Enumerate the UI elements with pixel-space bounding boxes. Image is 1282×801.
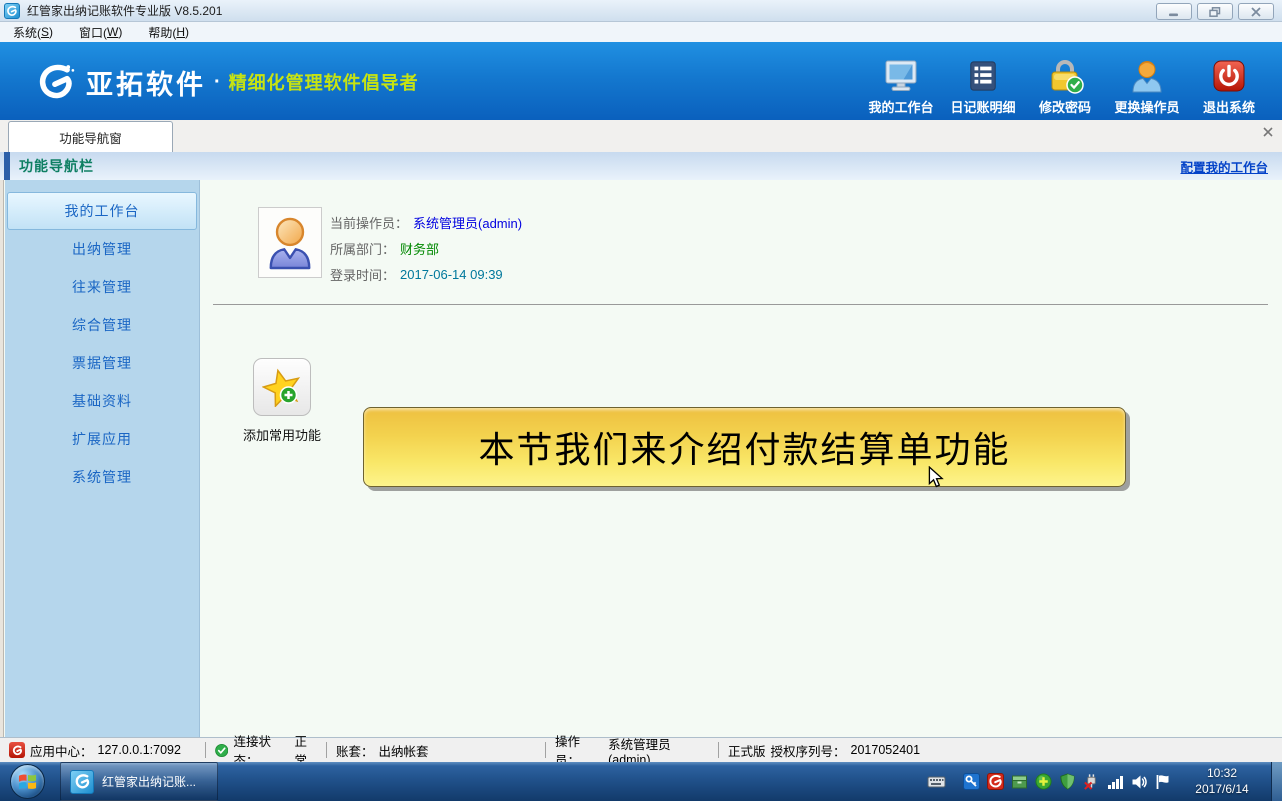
green-plus-orb-icon[interactable] [1035, 773, 1052, 790]
content-area: 我的工作台 出纳管理 往来管理 综合管理 票据管理 基础资料 扩展应用 系统管理… [0, 180, 1282, 737]
flag-icon[interactable] [1154, 773, 1170, 790]
app-center-icon [9, 742, 25, 758]
toolbar-journal-detail[interactable]: 日记账明细 [942, 58, 1024, 116]
taskbar-app-label: 红管家出纳记账... [102, 773, 196, 790]
sidebar-item-extensions[interactable]: 扩展应用 [5, 420, 199, 458]
windows-taskbar: 红管家出纳记账... 1 [0, 762, 1282, 801]
system-tray [927, 762, 1170, 801]
minimize-icon [1168, 7, 1180, 17]
nav-accent-bar [4, 152, 10, 180]
show-desktop-button[interactable] [1271, 762, 1282, 801]
lock-check-icon [1045, 58, 1085, 94]
close-x-icon [1263, 127, 1273, 137]
taskbar-app-icon [70, 770, 94, 794]
login-time-value: 2017-06-14 09:39 [400, 267, 503, 282]
brand-separator: · [214, 71, 221, 94]
power-icon [1212, 58, 1246, 94]
keyboard-icon[interactable] [927, 774, 946, 789]
taskbar-app-button[interactable]: 红管家出纳记账... [60, 762, 218, 801]
login-time-row: 登录时间： 2017-06-14 09:39 [330, 261, 522, 287]
taskbar-clock[interactable]: 10:32 2017/6/14 [1178, 765, 1266, 797]
window-title: 红管家出纳记账软件专业版 V8.5.201 [27, 2, 222, 19]
app-logo-icon [4, 3, 20, 19]
start-button[interactable] [10, 764, 45, 799]
function-nav-header: 功能导航栏 配置我的工作台 [0, 152, 1282, 180]
plug-disconnected-icon[interactable] [1083, 773, 1100, 790]
section-divider [213, 304, 1268, 305]
restore-button[interactable] [1197, 3, 1233, 20]
user-icon [1129, 58, 1165, 94]
status-license: 正式版 授权序列号： 2017052401 [719, 738, 929, 762]
operator-profile: 当前操作员： 系统管理员(admin) 所属部门： 财务部 登录时间： 2017… [330, 209, 522, 287]
mouse-cursor-icon [928, 466, 944, 488]
window-titlebar: 红管家出纳记账软件专业版 V8.5.201 [0, 0, 1282, 22]
nav-title: 功能导航栏 [19, 156, 94, 176]
menubar: 系统(S) 窗口(W) 帮助(H) [0, 22, 1282, 42]
windows-flag-icon [17, 772, 38, 791]
brand: 亚拓软件 · 精细化管理软件倡导者 [36, 62, 419, 102]
window-controls [1156, 3, 1274, 20]
sidebar-item-bill-mgmt[interactable]: 票据管理 [5, 344, 199, 382]
header-toolbar: 我的工作台 日记账明细 [860, 58, 1270, 116]
tabstrip: 功能导航窗 [0, 120, 1282, 152]
sidebar-item-basic-data[interactable]: 基础资料 [5, 382, 199, 420]
avatar [258, 207, 322, 278]
menu-help[interactable]: 帮助(H) [135, 22, 202, 42]
sidebar-nav: 我的工作台 出纳管理 往来管理 综合管理 票据管理 基础资料 扩展应用 系统管理 [5, 180, 200, 737]
sidebar-item-system-mgmt[interactable]: 系统管理 [5, 458, 199, 496]
status-operator: 操作员： 系统管理员(admin) [546, 738, 718, 762]
status-app-center: 应用中心： 127.0.0.1:7092 [0, 738, 205, 762]
add-favorite-function-button[interactable]: 添加常用功能 [222, 358, 342, 444]
key-tool-icon[interactable] [963, 773, 980, 790]
configure-workbench-link[interactable]: 配置我的工作台 [1180, 157, 1268, 176]
avatar-person-icon [265, 215, 315, 271]
monitor-icon [883, 58, 919, 94]
add-favorite-label: 添加常用功能 [243, 425, 321, 444]
main-panel: 当前操作员： 系统管理员(admin) 所属部门： 财务部 登录时间： 2017… [200, 180, 1282, 737]
sidebar-item-my-workbench[interactable]: 我的工作台 [7, 192, 197, 230]
shield-icon[interactable] [1059, 773, 1076, 790]
app-red-icon[interactable] [987, 773, 1004, 790]
sidebar-item-comprehensive-mgmt[interactable]: 综合管理 [5, 306, 199, 344]
volume-icon[interactable] [1131, 774, 1147, 790]
department-value: 财务部 [400, 239, 439, 258]
brand-name: 亚拓软件 [86, 63, 206, 102]
signal-bars-icon[interactable] [1107, 774, 1124, 790]
restore-icon [1209, 7, 1221, 17]
cashbox-icon[interactable] [1011, 773, 1028, 790]
tutorial-banner: 本节我们来介绍付款结算单功能 [363, 407, 1126, 487]
header-banner: 亚拓软件 · 精细化管理软件倡导者 我的工作台 [0, 42, 1282, 120]
edition-label: 正式版 [728, 741, 766, 760]
connection-ok-icon [215, 743, 228, 758]
license-serial-value: 2017052401 [851, 743, 921, 757]
menu-system[interactable]: 系统(S) [0, 22, 66, 42]
sidebar-item-contacts-mgmt[interactable]: 往来管理 [5, 268, 199, 306]
clock-time: 10:32 [1178, 765, 1266, 781]
sidebar-item-cashier-mgmt[interactable]: 出纳管理 [5, 230, 199, 268]
star-plus-icon [253, 358, 311, 416]
status-connection: 连接状态： 正常 [206, 738, 326, 762]
clock-date: 2017/6/14 [1178, 781, 1266, 797]
tab-function-navigator[interactable]: 功能导航窗 [8, 121, 173, 152]
current-operator-row: 当前操作员： 系统管理员(admin) [330, 209, 522, 235]
tab-close-button[interactable] [1261, 125, 1275, 139]
menu-window[interactable]: 窗口(W) [66, 22, 135, 42]
current-operator-value: 系统管理员(admin) [413, 213, 522, 232]
close-button[interactable] [1238, 3, 1274, 20]
minimize-button[interactable] [1156, 3, 1192, 20]
toolbar-exit-system[interactable]: 退出系统 [1188, 58, 1270, 116]
toolbar-my-workbench[interactable]: 我的工作台 [860, 58, 942, 116]
statusbar: 应用中心： 127.0.0.1:7092 连接状态： 正常 账套： 出纳帐套 操… [0, 737, 1282, 762]
window-frame-edge [0, 180, 4, 737]
toolbar-switch-operator[interactable]: 更换操作员 [1106, 58, 1188, 116]
brand-slogan: 精细化管理软件倡导者 [229, 69, 419, 95]
journal-icon [967, 58, 999, 94]
account-book-value: 出纳帐套 [379, 741, 429, 760]
status-account-book: 账套： 出纳帐套 [327, 738, 545, 762]
department-row: 所属部门： 财务部 [330, 235, 522, 261]
app-center-address: 127.0.0.1:7092 [98, 743, 181, 757]
brand-logo-icon [36, 62, 76, 102]
toolbar-change-password[interactable]: 修改密码 [1024, 58, 1106, 116]
close-icon [1250, 7, 1262, 17]
